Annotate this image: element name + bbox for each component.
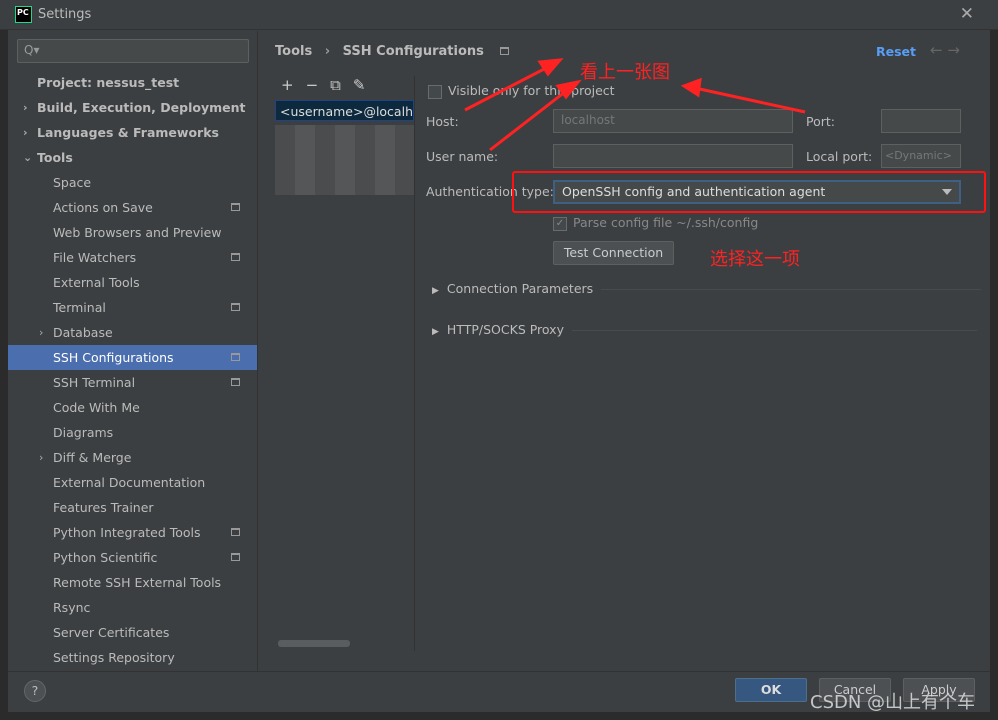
annotation-right: 选择这一项 <box>710 249 800 270</box>
annotation-highlight-box <box>512 171 986 213</box>
ok-button[interactable]: OK <box>735 678 807 702</box>
help-button[interactable]: ? <box>24 680 46 702</box>
watermark: CSDN @山上有个车 <box>810 692 976 713</box>
annotation-top: 看上一张图 <box>580 62 670 83</box>
annotation-arrows <box>464 58 806 152</box>
